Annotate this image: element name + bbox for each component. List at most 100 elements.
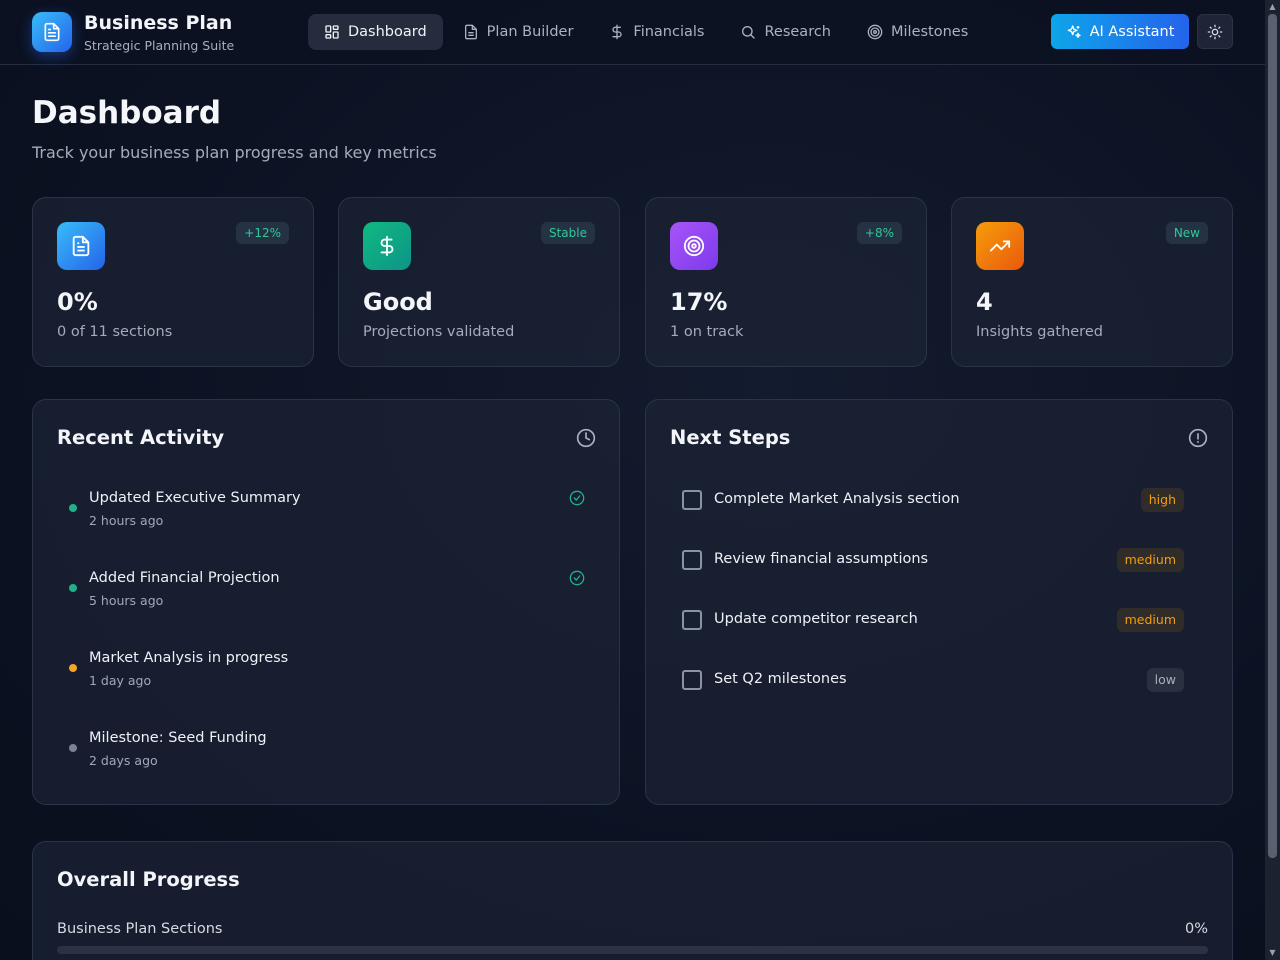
panel-title: Recent Activity	[57, 426, 225, 449]
next-step-item: Complete Market Analysis section high	[670, 480, 1196, 520]
brand-title: Business Plan	[84, 12, 233, 34]
activity-time: 5 hours ago	[89, 593, 164, 608]
page-subtitle: Track your business plan progress and ke…	[32, 143, 437, 162]
nav-financials[interactable]: Financials	[593, 14, 720, 50]
status-dot	[69, 744, 77, 752]
stat-label: 0 of 11 sections	[57, 324, 173, 340]
nav-plan-builder[interactable]: Plan Builder	[447, 14, 590, 50]
stat-label: 1 on track	[670, 324, 744, 340]
ai-assistant-button[interactable]: AI Assistant	[1051, 14, 1189, 49]
nav-label: Research	[764, 24, 831, 40]
step-checkbox[interactable]	[682, 670, 702, 690]
logo[interactable]	[32, 12, 72, 52]
document-icon	[44, 22, 60, 42]
status-dot	[69, 584, 77, 592]
clock-icon	[576, 428, 596, 448]
nav-dashboard[interactable]: Dashboard	[308, 14, 443, 50]
main-nav: Dashboard Plan Builder Financials Resear…	[308, 14, 984, 50]
stat-icon-box	[976, 222, 1024, 270]
panel-title: Next Steps	[670, 426, 791, 449]
progress-track	[57, 946, 1208, 954]
overall-progress-panel: Overall Progress Business Plan Sections …	[32, 841, 1233, 960]
priority-badge: medium	[1116, 548, 1184, 572]
activity-title: Updated Executive Summary	[89, 490, 301, 506]
activity-title: Market Analysis in progress	[89, 650, 289, 666]
ai-assistant-label: AI Assistant	[1089, 23, 1175, 40]
next-steps-panel: Next Steps Complete Market Analysis sect…	[645, 399, 1233, 805]
dashboard-icon	[325, 25, 339, 39]
progress-percent: 0%	[1184, 921, 1208, 937]
stat-badge: Stable	[540, 222, 595, 244]
stat-badge: New	[1165, 222, 1208, 244]
stat-card-sections[interactable]: +12% 0% 0 of 11 sections	[32, 197, 314, 367]
trending-up-icon	[989, 240, 1011, 252]
recent-activity-panel: Recent Activity Updated Executive Summar…	[32, 399, 620, 805]
nav-research[interactable]: Research	[724, 14, 847, 50]
search-icon	[742, 26, 756, 39]
document-icon	[464, 24, 477, 40]
activity-item[interactable]: Added Financial Projection 5 hours ago	[57, 570, 597, 630]
next-step-item: Set Q2 milestones low	[670, 660, 1196, 700]
next-step-item: Update competitor research medium	[670, 600, 1196, 640]
stat-card-insights[interactable]: New 4 Insights gathered	[951, 197, 1233, 367]
activity-time: 2 hours ago	[89, 513, 164, 528]
progress-label: Business Plan Sections	[57, 921, 223, 937]
target-icon	[867, 24, 883, 40]
nav-label: Milestones	[891, 24, 969, 40]
nav-label: Dashboard	[348, 24, 427, 40]
next-step-item: Review financial assumptions medium	[670, 540, 1196, 580]
step-checkbox[interactable]	[682, 490, 702, 510]
nav-label: Financials	[633, 24, 705, 40]
stat-icon-box	[363, 222, 411, 270]
top-header: Business Plan Strategic Planning Suite D…	[0, 0, 1265, 65]
page-scrollbar[interactable]: ▲ ▼	[1265, 0, 1280, 960]
stat-label: Insights gathered	[976, 324, 1103, 340]
alert-circle-icon	[1188, 428, 1208, 448]
sun-icon	[1207, 24, 1223, 39]
step-text: Set Q2 milestones	[714, 671, 847, 687]
priority-badge: low	[1146, 668, 1184, 692]
dollar-icon	[380, 235, 394, 257]
step-checkbox[interactable]	[682, 550, 702, 570]
activity-title: Added Financial Projection	[89, 570, 280, 586]
theme-toggle-button[interactable]	[1197, 14, 1233, 49]
status-dot	[69, 664, 77, 672]
activity-time: 2 days ago	[89, 753, 158, 768]
brand-subtitle: Strategic Planning Suite	[84, 38, 235, 53]
dollar-icon	[612, 24, 623, 40]
scroll-up-arrow[interactable]: ▲	[1265, 0, 1280, 14]
stat-value: 17%	[670, 288, 728, 316]
check-circle-icon	[569, 570, 585, 586]
activity-item[interactable]: Milestone: Seed Funding 2 days ago	[57, 730, 597, 790]
stat-icon-box	[670, 222, 718, 270]
priority-badge: medium	[1116, 608, 1184, 632]
step-text: Review financial assumptions	[714, 551, 929, 567]
scroll-down-arrow[interactable]: ▼	[1265, 946, 1280, 960]
stat-value: 4	[976, 288, 993, 316]
panel-title: Overall Progress	[57, 868, 240, 891]
nav-milestones[interactable]: Milestones	[851, 14, 984, 50]
step-text: Complete Market Analysis section	[714, 491, 960, 507]
page-title: Dashboard	[32, 95, 222, 131]
status-dot	[69, 504, 77, 512]
scroll-thumb[interactable]	[1268, 14, 1277, 858]
stat-card-milestones[interactable]: +8% 17% 1 on track	[645, 197, 927, 367]
activity-item[interactable]: Market Analysis in progress 1 day ago	[57, 650, 597, 710]
check-circle-icon	[569, 490, 585, 506]
document-icon	[72, 235, 90, 257]
stat-card-financials[interactable]: Stable Good Projections validated	[338, 197, 620, 367]
app: Business Plan Strategic Planning Suite D…	[0, 0, 1265, 960]
step-checkbox[interactable]	[682, 610, 702, 630]
stat-icon-box	[57, 222, 105, 270]
stat-badge: +8%	[856, 222, 902, 244]
target-icon	[683, 235, 705, 257]
activity-item[interactable]: Updated Executive Summary 2 hours ago	[57, 490, 597, 550]
activity-title: Milestone: Seed Funding	[89, 730, 267, 746]
stat-value: Good	[363, 288, 433, 316]
stat-label: Projections validated	[363, 324, 515, 340]
stat-value: 0%	[57, 288, 98, 316]
sparkles-icon	[1067, 24, 1081, 38]
priority-badge: high	[1140, 488, 1184, 512]
stat-badge: +12%	[236, 222, 289, 244]
step-text: Update competitor research	[714, 611, 918, 627]
